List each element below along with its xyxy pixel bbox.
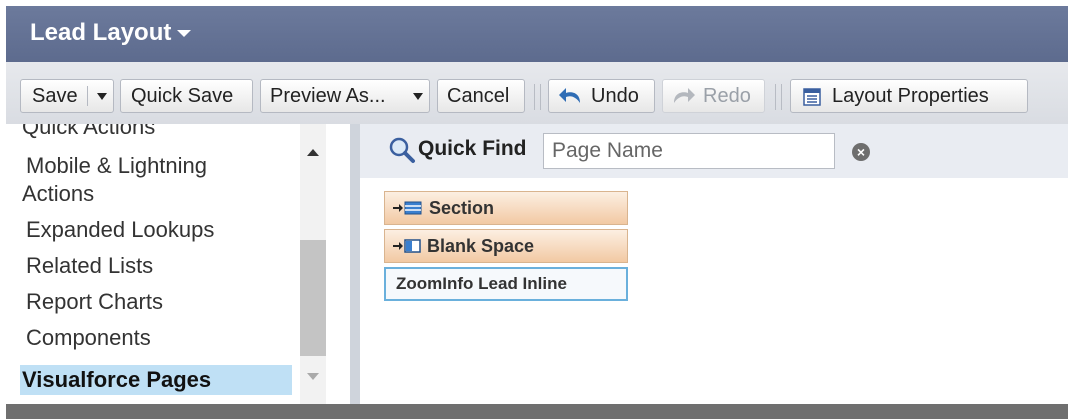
save-button[interactable]: Save — [20, 79, 114, 113]
palette-category-list: Quick Actions Mobile & Lightning Actions… — [6, 124, 350, 404]
layout-properties-label: Layout Properties — [832, 85, 989, 107]
category-report-charts[interactable]: Report Charts — [26, 289, 163, 315]
blank-space-icon — [393, 239, 421, 253]
scroll-up-icon[interactable] — [307, 149, 319, 156]
category-quick-actions[interactable]: Quick Actions — [22, 124, 155, 140]
redo-button[interactable]: Redo — [662, 79, 765, 113]
category-visualforce-pages[interactable]: Visualforce Pages — [20, 365, 292, 395]
undo-button[interactable]: Undo — [548, 79, 655, 113]
cancel-button[interactable]: Cancel — [437, 79, 525, 113]
quick-find-label: Quick Find — [418, 137, 527, 160]
toolbar-separator — [775, 84, 782, 110]
section-icon — [393, 201, 422, 215]
cancel-label: Cancel — [447, 85, 510, 107]
section-label: Section — [429, 198, 495, 218]
layout-properties-button[interactable]: Layout Properties — [790, 79, 1028, 113]
category-mobile-lightning-actions-cont[interactable]: Actions — [22, 181, 94, 207]
scroll-down-icon[interactable] — [307, 373, 319, 380]
redo-label: Redo — [703, 85, 751, 107]
zoominfo-label: ZoomInfo Lead Inline — [396, 274, 567, 293]
undo-label: Undo — [591, 85, 639, 107]
page-layout-editor: Lead Layout Save Quick Save Preview As..… — [6, 6, 1068, 419]
preview-dropdown-icon — [413, 93, 423, 100]
quick-save-label: Quick Save — [131, 85, 234, 107]
properties-icon — [803, 88, 821, 106]
save-label: Save — [32, 85, 78, 107]
category-expanded-lookups[interactable]: Expanded Lookups — [26, 217, 214, 243]
page-title: Lead Layout — [30, 19, 172, 46]
save-dropdown-icon[interactable] — [97, 93, 107, 100]
save-divider — [87, 86, 88, 106]
undo-arrow-icon — [559, 88, 580, 103]
quick-find-input[interactable] — [543, 133, 835, 169]
bottom-border — [6, 404, 1068, 419]
category-related-lists[interactable]: Related Lists — [26, 253, 153, 279]
page-header: Lead Layout — [6, 6, 1068, 62]
scrollbar-thumb[interactable] — [300, 240, 326, 356]
layout-menu-title[interactable]: Lead Layout — [30, 19, 192, 47]
toolbar-separator — [534, 84, 541, 110]
palette-item-section[interactable]: Section — [384, 191, 628, 225]
panel-divider — [350, 124, 360, 404]
quick-find-bar: Quick Find × — [360, 124, 1068, 178]
palette-item-blank-space[interactable]: Blank Space — [384, 229, 628, 263]
category-components[interactable]: Components — [26, 325, 151, 351]
blank-space-label: Blank Space — [427, 236, 535, 256]
palette-item-zoominfo-lead-inline[interactable]: ZoomInfo Lead Inline — [384, 267, 628, 301]
preview-as-label: Preview As... — [270, 85, 386, 107]
redo-arrow-icon — [674, 88, 695, 103]
quick-save-button[interactable]: Quick Save — [120, 79, 253, 113]
chevron-down-icon — [177, 30, 192, 38]
preview-as-button[interactable]: Preview As... — [260, 79, 430, 113]
magnifier-icon — [389, 137, 415, 163]
category-mobile-lightning-actions[interactable]: Mobile & Lightning — [26, 153, 207, 179]
clear-x-icon[interactable]: × — [852, 143, 870, 161]
toolbar: Save Quick Save Preview As... Cancel Und… — [6, 62, 1068, 124]
palette-panel: Quick Find × Section Blank Space — [360, 124, 1068, 404]
